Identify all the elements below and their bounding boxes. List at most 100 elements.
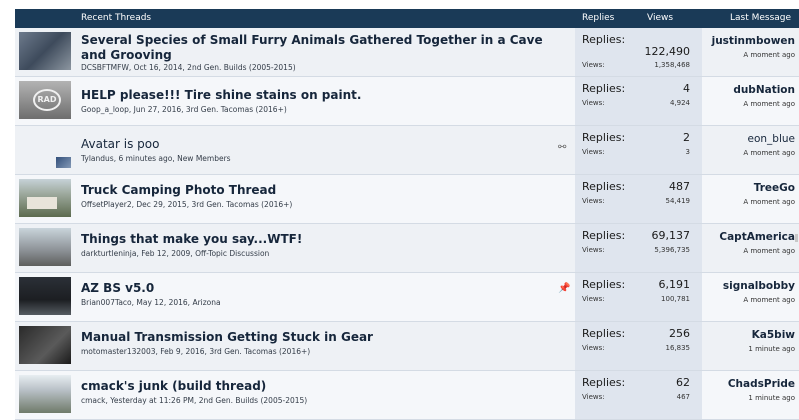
thread-title-link[interactable]: Truck Camping Photo Thread — [81, 183, 556, 198]
last-post-time[interactable]: 1 minute ago — [748, 394, 795, 402]
camper-graphic — [27, 197, 57, 209]
views-label: Views: — [582, 61, 605, 69]
thread-stats: Replies: 69,137 Views: 5,396,735 — [575, 224, 702, 272]
thread-stats: Replies: 256 Views: 16,835 — [575, 322, 702, 370]
replies-label: Replies: — [582, 82, 626, 95]
thread-meta: cmack, Yesterday at 11:26 PM, 2nd Gen. B… — [81, 396, 308, 405]
last-post-time[interactable]: A moment ago — [743, 100, 795, 108]
thread-meta: Goop_a_loop, Jun 27, 2016, 3rd Gen. Taco… — [81, 105, 287, 114]
last-poster-link[interactable]: eon_blue — [748, 133, 796, 145]
pin-icon: 📌 — [558, 283, 571, 294]
thread-thumbnail[interactable] — [19, 326, 71, 364]
column-header-views[interactable]: Views — [647, 13, 673, 23]
last-poster-link[interactable]: CaptAmerica — [719, 231, 795, 243]
thread-title-link[interactable]: Avatar is poo — [81, 137, 556, 152]
thread-stats: Replies: 122,490 Views: 1,358,468 — [575, 28, 702, 76]
last-poster-link[interactable]: TreeGo — [754, 182, 795, 194]
thread-row: AZ BS v5.0 Brian007Taco, May 12, 2016, A… — [15, 273, 799, 322]
thread-thumbnail[interactable] — [19, 375, 71, 413]
thread-title-link[interactable]: Manual Transmission Getting Stuck in Gea… — [81, 330, 556, 345]
last-post-time[interactable]: A moment ago — [743, 149, 795, 157]
replies-count: 6,191 — [658, 278, 691, 291]
views-label: Views: — [582, 344, 605, 352]
last-post-time[interactable]: A moment ago — [743, 296, 795, 304]
views-label: Views: — [582, 393, 605, 401]
views-count: 16,835 — [665, 344, 691, 352]
thread-stats: Replies: 2 Views: 3 — [575, 126, 702, 174]
scroll-indicator — [795, 234, 798, 242]
last-poster-link[interactable]: signalbobby — [723, 280, 795, 292]
replies-count: 4 — [683, 82, 690, 95]
thread-thumbnail[interactable] — [19, 277, 71, 315]
thread-meta: motomaster132003, Feb 9, 2016, 3rd Gen. … — [81, 347, 311, 356]
thread-title-link[interactable]: cmack's junk (build thread) — [81, 379, 556, 394]
avatar — [56, 157, 71, 168]
replies-count: 69,137 — [651, 229, 691, 242]
views-count: 54,419 — [665, 197, 691, 205]
thread-row: Avatar is poo Tylandus, 6 minutes ago, N… — [15, 126, 799, 175]
views-label: Views: — [582, 148, 605, 156]
views-count: 5,396,735 — [654, 246, 690, 254]
thread-stats: Replies: 4 Views: 4,924 — [575, 77, 702, 125]
views-count: 467 — [676, 393, 690, 401]
views-label: Views: — [582, 197, 605, 205]
replies-count: 122,490 — [644, 45, 691, 58]
replies-count: 62 — [676, 376, 690, 389]
section-title: Recent Threads — [81, 13, 152, 23]
replies-label: Replies: — [582, 376, 626, 389]
link-icon: ⚯ — [558, 142, 567, 153]
replies-label: Replies: — [582, 327, 626, 340]
thread-meta: Tylandus, 6 minutes ago, New Members — [81, 154, 231, 163]
views-label: Views: — [582, 295, 605, 303]
thread-list: Several Species of Small Furry Animals G… — [15, 28, 799, 420]
last-poster-link[interactable]: justinmbowen — [712, 35, 795, 47]
views-label: Views: — [582, 99, 605, 107]
thread-thumbnail[interactable] — [19, 32, 71, 70]
thread-meta: DCSBFTMFW, Oct 16, 2014, 2nd Gen. Builds… — [81, 63, 296, 72]
replies-label: Replies: — [582, 278, 626, 291]
thread-meta: Brian007Taco, May 12, 2016, Arizona — [81, 298, 221, 307]
last-post-time[interactable]: 1 minute ago — [748, 345, 795, 353]
table-header: Recent Threads Replies Views Last Messag… — [15, 9, 799, 28]
last-poster-link[interactable]: ChadsPride — [728, 378, 795, 390]
replies-label: Replies: — [582, 229, 626, 242]
column-header-replies[interactable]: Replies — [582, 13, 614, 23]
thread-title-link[interactable]: AZ BS v5.0 — [81, 281, 556, 296]
replies-label: Replies: — [582, 131, 626, 144]
column-header-last-message[interactable]: Last Message — [730, 13, 791, 23]
thread-row: Several Species of Small Furry Animals G… — [15, 28, 799, 77]
thread-thumbnail[interactable] — [19, 179, 71, 217]
views-count: 3 — [685, 148, 690, 156]
replies-label: Replies: — [582, 33, 626, 46]
thread-thumbnail[interactable]: RAD — [19, 81, 71, 119]
replies-count: 2 — [683, 131, 690, 144]
views-label: Views: — [582, 246, 605, 254]
thread-row: RAD HELP please!!! Tire shine stains on … — [15, 77, 799, 126]
views-count: 4,924 — [669, 99, 690, 107]
last-poster-link[interactable]: Ka5biw — [752, 329, 795, 341]
replies-count: 256 — [669, 327, 690, 340]
views-count: 1,358,468 — [654, 61, 690, 69]
replies-label: Replies: — [582, 180, 626, 193]
thread-row: Manual Transmission Getting Stuck in Gea… — [15, 322, 799, 371]
last-poster-link[interactable]: dubNation — [733, 84, 795, 96]
thread-thumbnail[interactable] — [19, 228, 71, 266]
recent-threads-widget: Recent Threads Replies Views Last Messag… — [0, 0, 799, 420]
rad-logo: RAD — [33, 89, 61, 111]
thread-row: Truck Camping Photo Thread OffsetPlayer2… — [15, 175, 799, 224]
replies-count: 487 — [669, 180, 690, 193]
thread-stats: Replies: 62 Views: 467 — [575, 371, 702, 419]
thread-stats: Replies: 6,191 Views: 100,781 — [575, 273, 702, 321]
views-count: 100,781 — [661, 295, 690, 303]
thread-title-link[interactable]: HELP please!!! Tire shine stains on pain… — [81, 88, 556, 103]
last-post-time[interactable]: A moment ago — [743, 198, 795, 206]
thread-thumbnail[interactable] — [19, 130, 71, 168]
thread-meta: OffsetPlayer2, Dec 29, 2015, 3rd Gen. Ta… — [81, 200, 293, 209]
thread-title-link[interactable]: Several Species of Small Furry Animals G… — [81, 33, 556, 63]
last-post-time[interactable]: A moment ago — [743, 247, 795, 255]
thread-title-link[interactable]: Things that make you say...WTF! — [81, 232, 556, 247]
thread-meta: darkturtleninja, Feb 12, 2009, Off-Topic… — [81, 249, 270, 258]
thread-row: Things that make you say...WTF! darkturt… — [15, 224, 799, 273]
last-post-time[interactable]: A moment ago — [743, 51, 795, 59]
thread-stats: Replies: 487 Views: 54,419 — [575, 175, 702, 223]
